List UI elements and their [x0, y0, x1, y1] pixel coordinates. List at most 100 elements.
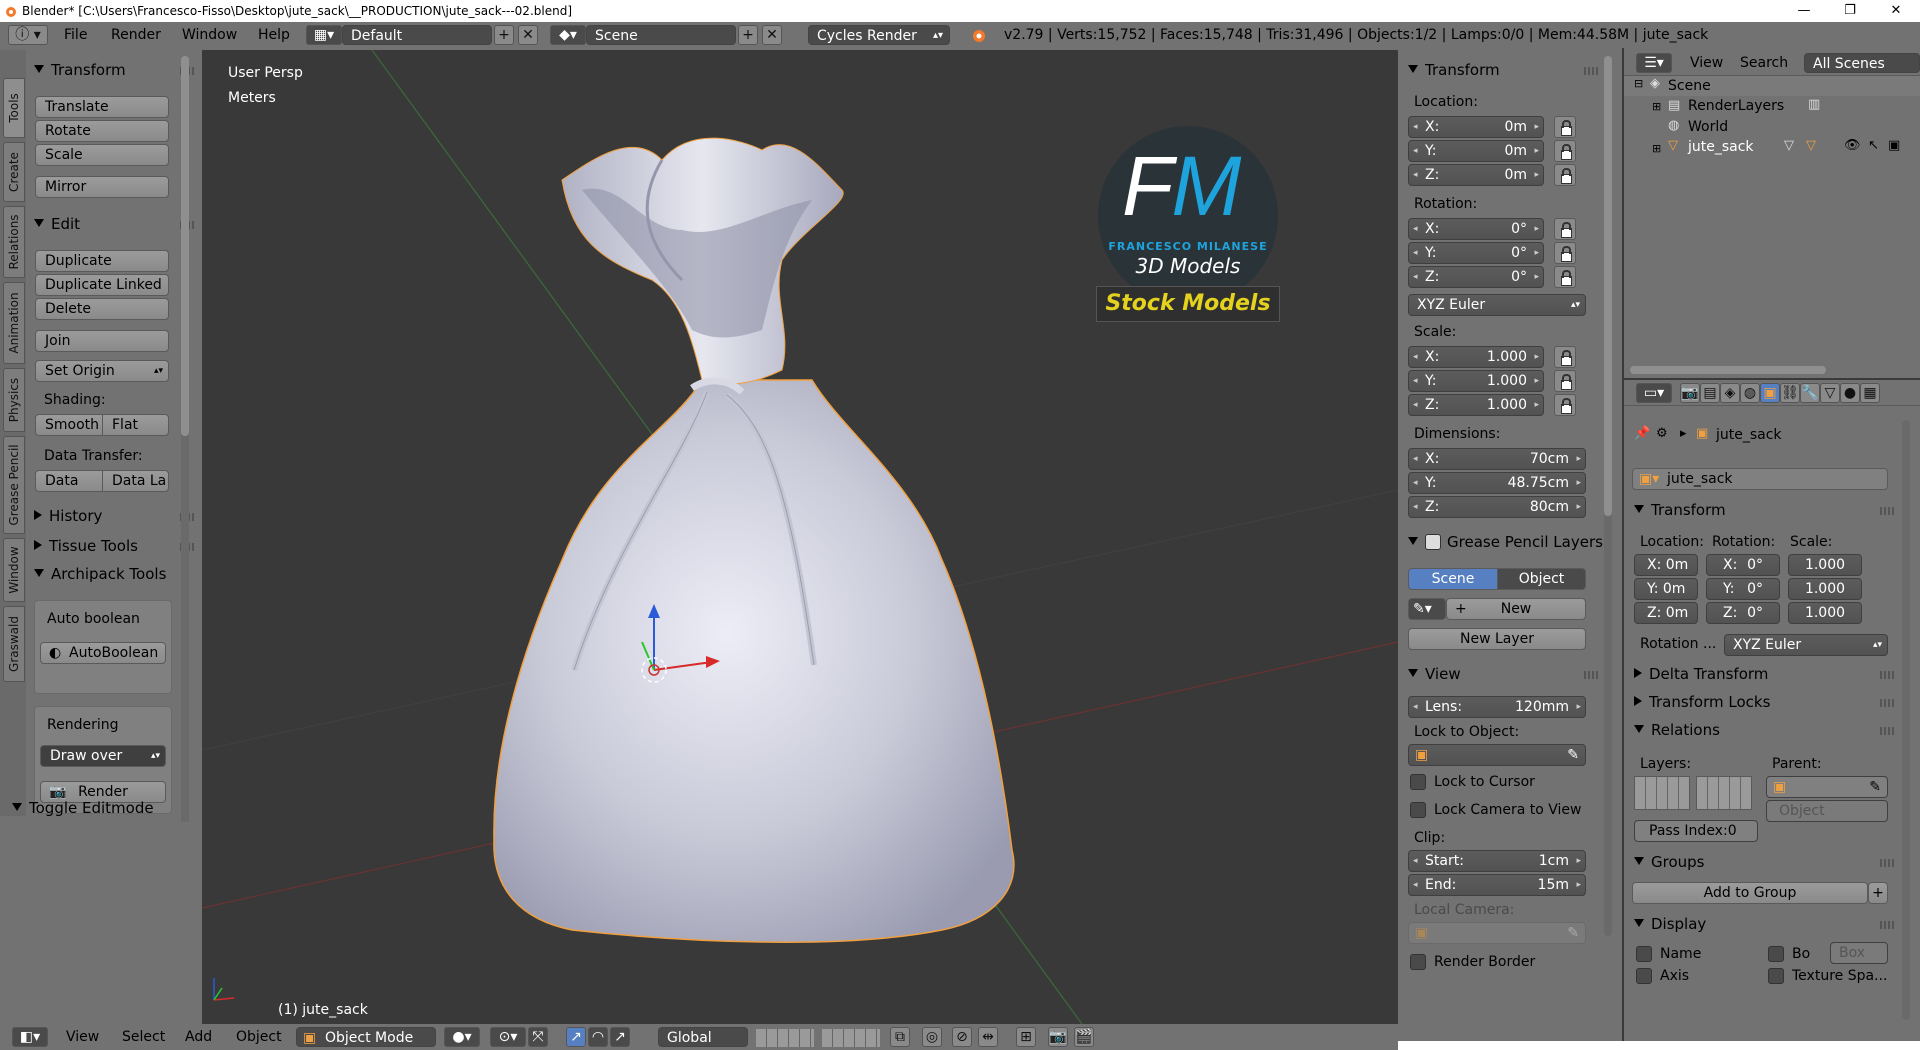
lock-icon[interactable]: [1554, 242, 1576, 264]
display-header[interactable]: Display: [1634, 914, 1706, 934]
panel-grip-icon[interactable]: [1880, 507, 1894, 515]
prop-location-y[interactable]: Y: 0m: [1634, 578, 1698, 600]
prop-rotation-x[interactable]: X: 0°: [1706, 554, 1780, 576]
tissue-panel-header[interactable]: Tissue Tools: [34, 536, 138, 556]
scene-tab-icon[interactable]: ◈: [1720, 383, 1740, 403]
outliner-item-world[interactable]: World: [1688, 119, 1728, 135]
lock-to-cursor-checkbox[interactable]: [1410, 774, 1426, 790]
lock-icon[interactable]: [1554, 164, 1576, 186]
outliner-hscrollbar[interactable]: [1630, 366, 1826, 374]
rotate-manipulator-icon[interactable]: ◠: [588, 1027, 608, 1047]
set-origin-dropdown[interactable]: Set Origin ▴▾: [35, 360, 169, 382]
autoboolean-button[interactable]: ◐ AutoBoolean: [40, 642, 166, 664]
prop-scale-z[interactable]: 1.000: [1788, 602, 1862, 624]
render-layers-tab-icon[interactable]: ▤: [1700, 383, 1720, 403]
location-z-field[interactable]: ◂ Z: 0m ▸: [1408, 164, 1544, 186]
history-panel-header[interactable]: History: [34, 506, 102, 526]
gp-new-button[interactable]: + New: [1446, 598, 1586, 620]
rotation-y-field[interactable]: ◂ Y: 0° ▸: [1408, 242, 1544, 264]
editor-type-button[interactable]: ☰▾: [1636, 53, 1672, 73]
location-x-field[interactable]: ◂ X: 0m ▸: [1408, 116, 1544, 138]
pencil-icon[interactable]: ✎▾: [1408, 598, 1446, 620]
pivot-icon[interactable]: ⊙▾: [490, 1027, 526, 1047]
panel-grip-icon[interactable]: [1880, 859, 1894, 867]
lock-icon[interactable]: [1554, 266, 1576, 288]
delta-transform-header[interactable]: Delta Transform: [1634, 664, 1768, 684]
lock-icon[interactable]: [1554, 140, 1576, 162]
data-tab-icon[interactable]: ▽: [1820, 383, 1840, 403]
prop-location-x[interactable]: X: 0m: [1634, 554, 1698, 576]
scene-selector[interactable]: Scene: [586, 25, 736, 45]
editor-type-button[interactable]: ⓘ ▾: [8, 25, 48, 45]
duplicate-button[interactable]: Duplicate: [35, 250, 169, 272]
tab-animation[interactable]: Animation: [3, 282, 25, 364]
parent-type-dropdown[interactable]: Object: [1766, 800, 1888, 822]
menu-select[interactable]: Select: [122, 1029, 165, 1045]
render-border-checkbox[interactable]: [1410, 954, 1426, 970]
lock-camera-checkbox[interactable]: [1410, 802, 1426, 818]
visibility-eye-icon[interactable]: 👁: [1844, 138, 1861, 153]
lock-icon[interactable]: [1554, 218, 1576, 240]
menu-file[interactable]: File: [64, 27, 87, 43]
clip-end-field[interactable]: ◂ End: 15m ▸: [1408, 874, 1586, 896]
object-layers-grid[interactable]: [1634, 776, 1690, 810]
npanel-scrollbar[interactable]: [1604, 56, 1612, 936]
constraints-tab-icon[interactable]: ⛓: [1780, 383, 1800, 403]
mode-selector[interactable]: ▣ Object Mode: [296, 1027, 436, 1047]
expand-minus-icon[interactable]: ⊟: [1634, 77, 1643, 90]
panel-grip-icon[interactable]: [1880, 727, 1894, 735]
delete-button[interactable]: Delete: [35, 298, 169, 320]
lock-icon[interactable]: [1554, 116, 1576, 138]
scene-icon[interactable]: ◆▾: [550, 25, 586, 45]
world-tab-icon[interactable]: ◍: [1740, 383, 1760, 403]
panel-grip-icon[interactable]: [1880, 699, 1894, 707]
pin-icon[interactable]: 📌: [1634, 426, 1650, 441]
tab-relations[interactable]: Relations: [3, 206, 25, 278]
opengl-render-icon[interactable]: 📷: [1048, 1027, 1068, 1047]
menu-view[interactable]: View: [66, 1029, 99, 1045]
object-tab-icon[interactable]: ▣: [1760, 383, 1780, 403]
lock-icon[interactable]: [1554, 346, 1576, 368]
menu-object[interactable]: Object: [236, 1029, 282, 1045]
parent-field[interactable]: ▣ ✎: [1766, 776, 1888, 798]
translate-manipulator-icon[interactable]: ↗: [566, 1027, 586, 1047]
scale-button[interactable]: Scale: [35, 144, 169, 166]
rotation-mode-dropdown[interactable]: XYZ Euler ▴▾: [1408, 294, 1586, 316]
outliner-view-menu[interactable]: View: [1690, 55, 1723, 71]
lock-icon[interactable]: [1554, 370, 1576, 392]
grease-pencil-panel-header[interactable]: Grease Pencil Layers: [1408, 532, 1603, 552]
3d-viewport[interactable]: User Persp Meters (1) jute_sack FM FRANC…: [202, 50, 1398, 1024]
render-preview-icon[interactable]: ⊞: [1016, 1027, 1036, 1047]
transform-gizmo[interactable]: [622, 600, 752, 710]
layers-grid[interactable]: [756, 1029, 814, 1047]
display-name-checkbox[interactable]: [1636, 946, 1652, 962]
area-divider[interactable]: [1624, 378, 1920, 380]
modifiers-tab-icon[interactable]: 🔧: [1800, 383, 1820, 403]
object-name-field[interactable]: ▣▾ jute_sack: [1632, 468, 1888, 490]
bounds-type-dropdown[interactable]: Box: [1830, 942, 1888, 964]
outliner-item-renderlayers[interactable]: RenderLayers: [1688, 98, 1784, 114]
translate-button[interactable]: Translate: [35, 96, 169, 118]
toolshelf-scrollbar[interactable]: [181, 56, 189, 826]
duplicate-linked-button[interactable]: Duplicate Linked: [35, 274, 169, 296]
menu-add[interactable]: Add: [185, 1029, 212, 1045]
scale-x-field[interactable]: ◂ X: 1.000 ▸: [1408, 346, 1544, 368]
render-engine-selector[interactable]: Cycles Render ▴▾: [808, 25, 950, 45]
menu-help[interactable]: Help: [258, 27, 290, 43]
scale-manipulator-icon[interactable]: ↗: [610, 1027, 630, 1047]
add-scene-icon[interactable]: +: [738, 25, 758, 45]
gp-object-button[interactable]: Object: [1497, 568, 1586, 590]
material-tab-icon[interactable]: ●: [1840, 383, 1860, 403]
rotation-x-field[interactable]: ◂ X: 0° ▸: [1408, 218, 1544, 240]
lens-field[interactable]: ◂ Lens: 120mm ▸: [1408, 696, 1586, 718]
lock-icon[interactable]: [1554, 394, 1576, 416]
area-divider[interactable]: [1622, 48, 1624, 1041]
snap-icon[interactable]: ⊘: [952, 1027, 972, 1047]
tab-graswald[interactable]: Graswald: [3, 606, 25, 682]
scrollbar-thumb[interactable]: [181, 56, 189, 436]
proportional-edit-icon[interactable]: ◎: [922, 1027, 942, 1047]
add-layout-icon[interactable]: +: [494, 25, 514, 45]
menu-render[interactable]: Render: [111, 27, 161, 43]
rotation-z-field[interactable]: ◂ Z: 0° ▸: [1408, 266, 1544, 288]
dimension-x-field[interactable]: ◂ X: 70cm ▸: [1408, 448, 1586, 470]
